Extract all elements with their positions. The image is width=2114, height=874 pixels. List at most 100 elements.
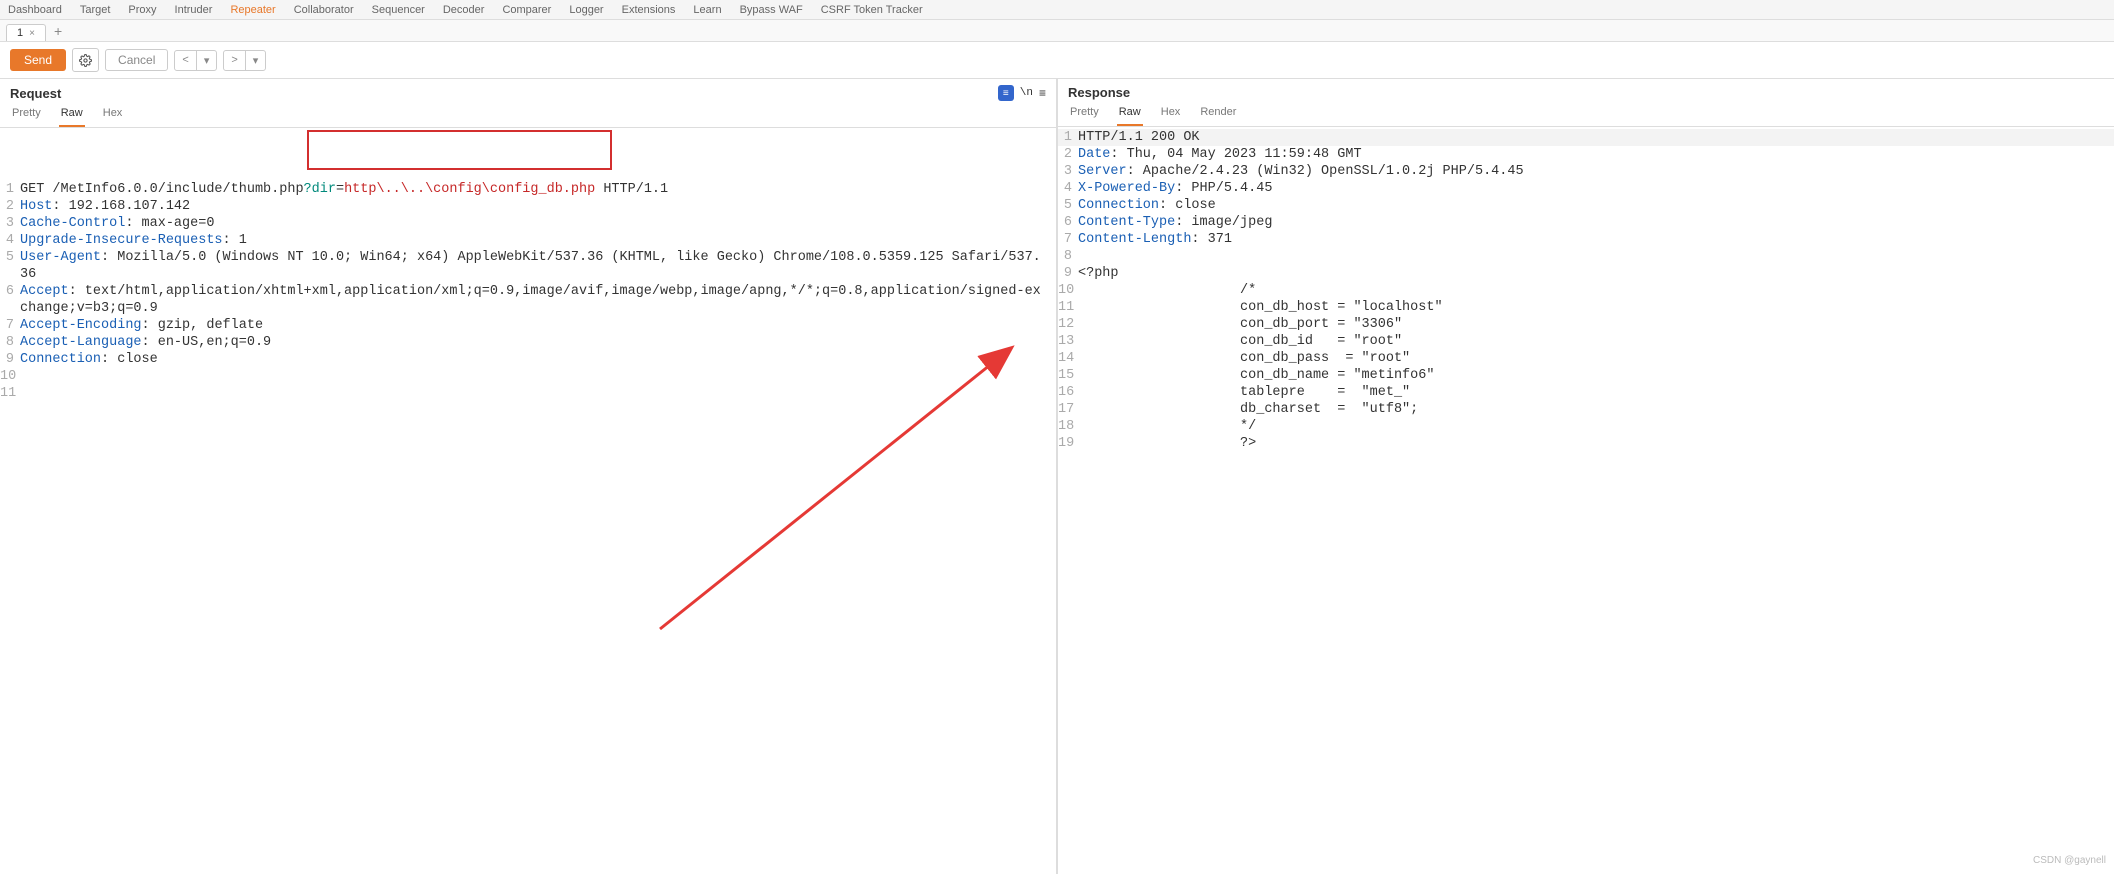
code-content[interactable]: con_db_port = "3306"	[1078, 316, 2114, 333]
code-content[interactable]: X-Powered-By: PHP/5.4.45	[1078, 180, 2114, 197]
view-tab-hex[interactable]: Hex	[1159, 102, 1183, 126]
history-forward-button[interactable]: >	[224, 51, 245, 70]
code-line: 2Date: Thu, 04 May 2023 11:59:48 GMT	[1058, 146, 2114, 163]
code-content[interactable]	[1078, 248, 2114, 265]
code-content[interactable]: <?php	[1078, 265, 2114, 282]
response-editor[interactable]: 1HTTP/1.1 200 OK2Date: Thu, 04 May 2023 …	[1058, 127, 2114, 874]
main-tab-extensions[interactable]: Extensions	[622, 4, 676, 16]
response-view-tabs: Pretty Raw Hex Render	[1058, 102, 2114, 127]
code-line: 5Connection: close	[1058, 197, 2114, 214]
line-number: 19	[1058, 435, 1078, 452]
line-number: 4	[1058, 180, 1078, 197]
view-tab-pretty[interactable]: Pretty	[1068, 102, 1101, 126]
code-content[interactable]: con_db_name = "metinfo6"	[1078, 367, 2114, 384]
watermark: CSDN @gaynell	[2033, 855, 2106, 866]
request-editor[interactable]: 1GET /MetInfo6.0.0/include/thumb.php?dir…	[0, 128, 1056, 874]
code-content[interactable]: con_db_pass = "root"	[1078, 350, 2114, 367]
cancel-button[interactable]: Cancel	[105, 49, 168, 71]
add-tab-button[interactable]: +	[46, 21, 70, 41]
main-tab-target[interactable]: Target	[80, 4, 111, 16]
code-line: 11 con_db_host = "localhost"	[1058, 299, 2114, 316]
menu-icon[interactable]: ≡	[1039, 86, 1046, 100]
line-number: 2	[0, 198, 20, 215]
repeater-tab-label: 1	[17, 27, 23, 39]
view-tab-raw[interactable]: Raw	[59, 103, 85, 127]
code-content[interactable]: db_charset = "utf8";	[1078, 401, 2114, 418]
code-content[interactable]: Date: Thu, 04 May 2023 11:59:48 GMT	[1078, 146, 2114, 163]
code-content[interactable]: User-Agent: Mozilla/5.0 (Windows NT 10.0…	[20, 249, 1056, 283]
main-tab-dashboard[interactable]: Dashboard	[8, 4, 62, 16]
code-content[interactable]: con_db_host = "localhost"	[1078, 299, 2114, 316]
main-tab-bypass-waf[interactable]: Bypass WAF	[740, 4, 803, 16]
code-content[interactable]: Content-Length: 371	[1078, 231, 2114, 248]
gear-icon[interactable]	[72, 48, 99, 72]
main-tab-repeater[interactable]: Repeater	[230, 4, 275, 16]
history-nav: < ▾	[174, 50, 217, 71]
line-number: 9	[0, 351, 20, 368]
line-number: 5	[1058, 197, 1078, 214]
code-content[interactable]: Host: 192.168.107.142	[20, 198, 1056, 215]
hackvertor-icon[interactable]: ≡	[998, 85, 1014, 101]
code-content[interactable]: Content-Type: image/jpeg	[1078, 214, 2114, 231]
code-line: 10 /*	[1058, 282, 2114, 299]
main-tab-intruder[interactable]: Intruder	[175, 4, 213, 16]
code-content[interactable]	[20, 385, 1056, 402]
repeater-toolbar: Send Cancel < ▾ > ▾	[0, 42, 2114, 79]
line-number: 2	[1058, 146, 1078, 163]
main-tab-learn[interactable]: Learn	[693, 4, 721, 16]
line-number: 8	[0, 334, 20, 351]
code-content[interactable]: tablepre = "met_"	[1078, 384, 2114, 401]
view-tab-pretty[interactable]: Pretty	[10, 103, 43, 127]
code-content[interactable]: Connection: close	[1078, 197, 2114, 214]
code-line: 9<?php	[1058, 265, 2114, 282]
code-content[interactable]: Accept: text/html,application/xhtml+xml,…	[20, 283, 1056, 317]
history-forward-dropdown[interactable]: ▾	[246, 51, 266, 70]
newline-icon[interactable]: \n	[1020, 87, 1033, 99]
code-content[interactable]: con_db_id = "root"	[1078, 333, 2114, 350]
message-panes: Request ≡ \n ≡ PrettyRawHex 1GET /MetInf…	[0, 79, 2114, 874]
line-number: 10	[0, 368, 20, 385]
code-line: 15 con_db_name = "metinfo6"	[1058, 367, 2114, 384]
line-number: 5	[0, 249, 20, 283]
view-tab-render[interactable]: Render	[1198, 102, 1238, 126]
close-icon[interactable]: ×	[29, 28, 35, 39]
repeater-tab-1[interactable]: 1 ×	[6, 24, 46, 41]
view-tab-hex[interactable]: Hex	[101, 103, 125, 127]
code-content[interactable]: /*	[1078, 282, 2114, 299]
code-content[interactable]: ?>	[1078, 435, 2114, 452]
code-content[interactable]: Server: Apache/2.4.23 (Win32) OpenSSL/1.…	[1078, 163, 2114, 180]
line-number: 16	[1058, 384, 1078, 401]
code-line: 14 con_db_pass = "root"	[1058, 350, 2114, 367]
history-nav-fwd: > ▾	[223, 50, 266, 71]
line-number: 11	[0, 385, 20, 402]
code-content[interactable]: Upgrade-Insecure-Requests: 1	[20, 232, 1056, 249]
code-content[interactable]: Accept-Language: en-US,en;q=0.9	[20, 334, 1056, 351]
code-content[interactable]: Accept-Encoding: gzip, deflate	[20, 317, 1056, 334]
main-tab-collaborator[interactable]: Collaborator	[294, 4, 354, 16]
view-tab-raw[interactable]: Raw	[1117, 102, 1143, 126]
code-content[interactable]: Cache-Control: max-age=0	[20, 215, 1056, 232]
code-content[interactable]: GET /MetInfo6.0.0/include/thumb.php?dir=…	[20, 181, 1056, 198]
request-view-tabs: Pretty Raw Hex	[0, 103, 1056, 128]
code-content[interactable]: */	[1078, 418, 2114, 435]
main-tab-proxy[interactable]: Proxy	[128, 4, 156, 16]
history-back-dropdown[interactable]: ▾	[197, 51, 217, 70]
history-back-button[interactable]: <	[175, 51, 196, 70]
main-tab-logger[interactable]: Logger	[569, 4, 603, 16]
code-line: 7Accept-Encoding: gzip, deflate	[0, 317, 1056, 334]
main-tab-comparer[interactable]: Comparer	[502, 4, 551, 16]
code-line: 6Content-Type: image/jpeg	[1058, 214, 2114, 231]
code-content[interactable]: Connection: close	[20, 351, 1056, 368]
main-tab-csrf-token-tracker[interactable]: CSRF Token Tracker	[821, 4, 923, 16]
code-content[interactable]	[20, 368, 1056, 385]
line-number: 6	[0, 283, 20, 317]
main-tab-decoder[interactable]: Decoder	[443, 4, 485, 16]
repeater-sub-tabs: 1 × +	[0, 20, 2114, 42]
code-line: 10	[0, 368, 1056, 385]
line-number: 12	[1058, 316, 1078, 333]
code-content[interactable]: HTTP/1.1 200 OK	[1078, 129, 2114, 146]
send-button[interactable]: Send	[10, 49, 66, 71]
main-tab-sequencer[interactable]: Sequencer	[372, 4, 425, 16]
code-line: 8Accept-Language: en-US,en;q=0.9	[0, 334, 1056, 351]
line-number: 3	[0, 215, 20, 232]
